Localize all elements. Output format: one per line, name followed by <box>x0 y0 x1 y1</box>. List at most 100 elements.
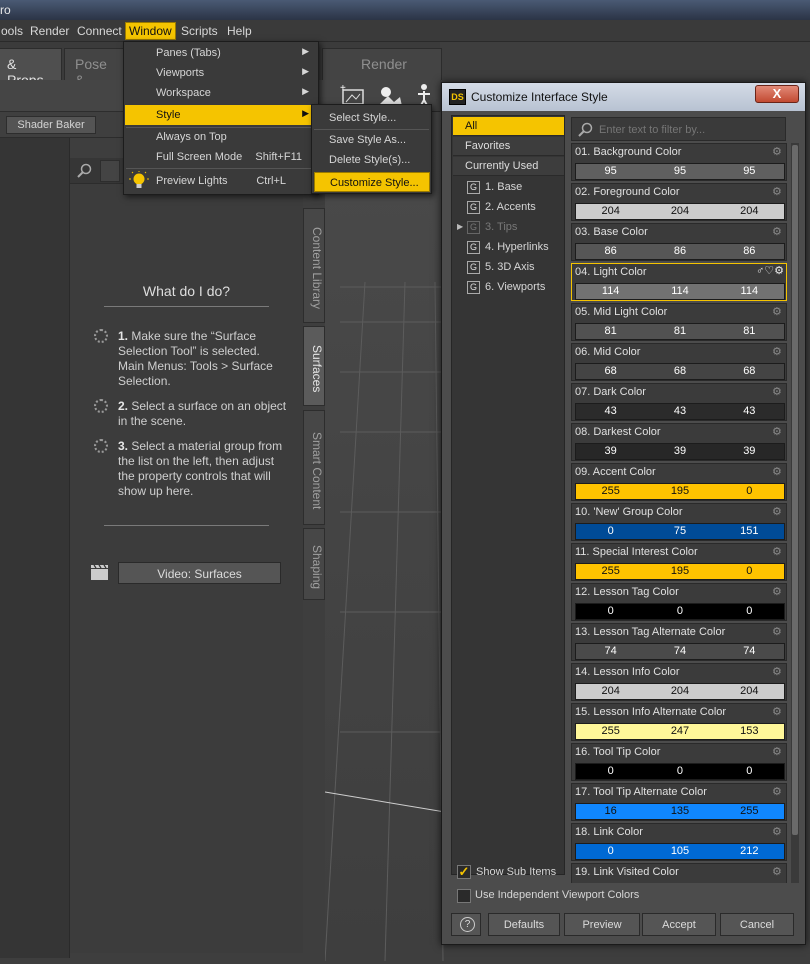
gear-icon[interactable]: ⚙ <box>772 545 784 558</box>
menu-item-style[interactable]: Style ▶ <box>125 105 318 125</box>
color-property-row[interactable]: 12. Lesson Tag Color ⚙ 0 0 0 <box>571 583 787 621</box>
gear-icon[interactable]: ⚙ <box>772 625 784 638</box>
show-sub-items-checkbox[interactable]: ✓ <box>457 865 471 879</box>
color-property-row[interactable]: 16. Tool Tip Color ⚙ 0 0 0 <box>571 743 787 781</box>
tab-shaping[interactable]: Shaping <box>303 528 325 600</box>
help-button[interactable]: ? <box>451 913 481 936</box>
filter-input[interactable] <box>599 122 782 138</box>
color-swatch-field[interactable]: 255 247 153 <box>575 723 785 740</box>
gear-icon[interactable]: ⚙ <box>772 225 784 238</box>
color-swatch-field[interactable]: 43 43 43 <box>575 403 785 420</box>
gear-icon[interactable]: ⚙ <box>772 145 784 158</box>
gear-icon[interactable]: ⚙ <box>772 465 784 478</box>
color-property-row[interactable]: 19. Link Visited Color ⚙ <box>571 863 787 883</box>
color-swatch-field[interactable]: 0 0 0 <box>575 603 785 620</box>
color-property-row[interactable]: 09. Accent Color ⚙ 255 195 0 <box>571 463 787 501</box>
menu-window[interactable]: Window <box>125 22 176 40</box>
menu-item-preview-lights[interactable]: Preview Lights Ctrl+L <box>125 171 318 191</box>
cancel-button[interactable]: Cancel <box>720 913 794 936</box>
gear-icon[interactable]: ⚙ <box>772 185 784 198</box>
color-property-row[interactable]: 11. Special Interest Color ⚙ 255 195 0 <box>571 543 787 581</box>
color-property-row[interactable]: 06. Mid Color ⚙ 68 68 68 <box>571 343 787 381</box>
gear-icon[interactable]: ⚙ <box>772 585 784 598</box>
menu-item-viewports[interactable]: Viewports ▶ <box>125 63 318 83</box>
color-property-row[interactable]: 07. Dark Color ⚙ 43 43 43 <box>571 383 787 421</box>
category-currently-used[interactable]: Currently Used <box>453 157 564 176</box>
menu-render[interactable]: Render <box>27 23 72 39</box>
menu-item-customize-style[interactable]: Customize Style... <box>314 172 430 192</box>
shader-baker-button[interactable]: Shader Baker <box>6 116 96 134</box>
menu-item-full-screen[interactable]: Full Screen Mode Shift+F11 <box>125 147 318 167</box>
gear-icon[interactable]: ⚙ <box>772 505 784 518</box>
menu-connect[interactable]: Connect <box>74 23 125 39</box>
color-swatch-field[interactable]: 255 195 0 <box>575 483 785 500</box>
gear-icon[interactable]: ⚙ <box>772 825 784 838</box>
group-viewports[interactable]: G 6. Viewports <box>453 278 564 297</box>
tab-smart-content[interactable]: Smart Content <box>303 410 325 525</box>
color-property-row[interactable]: 05. Mid Light Color ⚙ 81 81 81 <box>571 303 787 341</box>
color-property-row[interactable]: 08. Darkest Color ⚙ 39 39 39 <box>571 423 787 461</box>
group-accents[interactable]: G 2. Accents <box>453 198 564 217</box>
color-swatch-field[interactable]: 68 68 68 <box>575 363 785 380</box>
tab-props[interactable]: & Props <box>0 48 62 88</box>
tab-render[interactable]: Render <box>322 48 442 80</box>
color-swatch-field[interactable]: 204 204 204 <box>575 683 785 700</box>
color-swatch-field[interactable]: 0 0 0 <box>575 763 785 780</box>
video-surfaces-button[interactable]: Video: Surfaces <box>118 562 281 584</box>
color-property-row[interactable]: 03. Base Color ⚙ 86 86 86 <box>571 223 787 261</box>
color-swatch-field[interactable]: 0 75 151 <box>575 523 785 540</box>
menu-item-select-style[interactable]: Select Style... <box>314 108 430 128</box>
color-property-row[interactable]: 18. Link Color ⚙ 0 105 212 <box>571 823 787 861</box>
gear-icon[interactable]: ⚙ <box>772 425 784 438</box>
color-swatch-field[interactable]: 39 39 39 <box>575 443 785 460</box>
menu-item-always-on-top[interactable]: Always on Top <box>125 127 318 147</box>
scrollbar-thumb[interactable] <box>792 145 798 835</box>
search-icon[interactable] <box>77 163 93 179</box>
group-base[interactable]: G 1. Base <box>453 178 564 197</box>
color-property-row[interactable]: 15. Lesson Info Alternate Color ⚙ 255 247 15… <box>571 703 787 741</box>
color-property-row[interactable]: 01. Background Color ⚙ 95 95 95 <box>571 143 787 181</box>
3d-viewport[interactable] <box>324 112 446 962</box>
color-swatch-field[interactable]: 114 114 114 <box>575 283 785 300</box>
gear-icon[interactable]: ⚙ <box>772 305 784 318</box>
close-button[interactable]: X <box>755 85 799 103</box>
gear-icon[interactable]: ⚙ <box>772 705 784 718</box>
expand-arrow-icon[interactable]: ▶ <box>457 222 463 231</box>
color-swatch-field[interactable]: 95 95 95 <box>575 163 785 180</box>
color-swatch-field[interactable]: 204 204 204 <box>575 203 785 220</box>
menu-tools[interactable]: ools <box>0 23 26 39</box>
color-swatch-field[interactable]: 255 195 0 <box>575 563 785 580</box>
gear-icon[interactable]: ⚙ <box>772 385 784 398</box>
category-all[interactable]: All <box>453 117 564 136</box>
color-swatch-field[interactable]: 81 81 81 <box>575 323 785 340</box>
category-favorites[interactable]: Favorites <box>453 137 564 156</box>
gear-icon[interactable]: ⚙ <box>772 665 784 678</box>
gear-icon[interactable]: ⚙ <box>772 345 784 358</box>
group-tips[interactable]: ▶ G 3. Tips <box>453 218 564 237</box>
color-swatch-field[interactable]: 74 74 74 <box>575 643 785 660</box>
menu-scripts[interactable]: Scripts <box>178 23 221 39</box>
color-property-row[interactable]: 04. Light Color ♂♡⚙ 114 114 114 <box>571 263 787 301</box>
search-field[interactable] <box>100 160 120 182</box>
dialog-title-bar[interactable]: DS Customize Interface Style X <box>442 83 805 111</box>
property-action-icons[interactable]: ♂♡⚙ <box>756 264 784 277</box>
gear-icon[interactable]: ⚙ <box>772 785 784 798</box>
menu-item-save-style[interactable]: Save Style As... <box>314 130 430 150</box>
color-swatch-field[interactable]: 0 105 212 <box>575 843 785 860</box>
menu-item-panes[interactable]: Panes (Tabs) ▶ <box>125 43 318 63</box>
preview-button[interactable]: Preview <box>564 913 640 936</box>
color-property-row[interactable]: 02. Foreground Color ⚙ 204 204 204 <box>571 183 787 221</box>
color-property-row[interactable]: 14. Lesson Info Color ⚙ 204 204 204 <box>571 663 787 701</box>
tab-pose[interactable]: Pose & <box>64 48 130 88</box>
gear-icon[interactable]: ⚙ <box>772 745 784 758</box>
color-swatch-field[interactable]: 86 86 86 <box>575 243 785 260</box>
color-property-row[interactable]: 10. 'New' Group Color ⚙ 0 75 151 <box>571 503 787 541</box>
defaults-button[interactable]: Defaults <box>488 913 560 936</box>
menu-help[interactable]: Help <box>224 23 255 39</box>
accept-button[interactable]: Accept <box>642 913 716 936</box>
tab-surfaces[interactable]: Surfaces <box>303 326 325 406</box>
menu-item-delete-style[interactable]: Delete Style(s)... <box>314 150 430 170</box>
group-hyperlinks[interactable]: G 4. Hyperlinks <box>453 238 564 257</box>
tab-content-library[interactable]: Content Library <box>303 208 325 323</box>
gear-icon[interactable]: ⚙ <box>772 865 784 878</box>
